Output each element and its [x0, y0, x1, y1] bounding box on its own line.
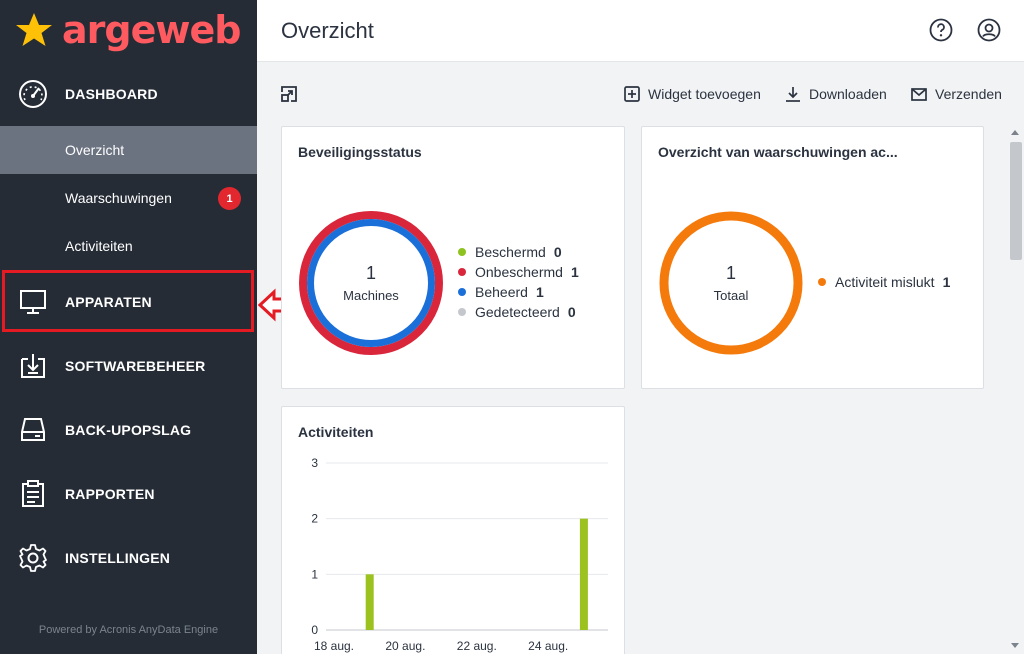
- speedometer-icon: [19, 80, 47, 108]
- legend-value: 1: [942, 274, 951, 290]
- software-download-icon: [21, 354, 45, 378]
- download-label: Downloaden: [809, 86, 887, 102]
- brand-name: argeweb: [62, 8, 241, 52]
- legend-dot: [458, 248, 466, 256]
- gear-icon: [19, 544, 47, 572]
- legend-item-gedetecteerd[interactable]: Gedetecteerd 0: [458, 302, 579, 322]
- legend-label: Beschermd: [475, 244, 546, 260]
- legend-dot: [458, 288, 466, 296]
- legend-label: Gedetecteerd: [475, 304, 560, 320]
- y-tick-label: 0: [311, 623, 318, 637]
- security-donut-center: 1 Machines: [298, 263, 444, 303]
- scrollbar-thumb[interactable]: [1010, 142, 1022, 260]
- sub-item-waarschuwingen-label: Waarschuwingen: [65, 190, 172, 206]
- hard-drive-icon: [21, 418, 45, 441]
- nav-dashboard-label: DASHBOARD: [65, 86, 158, 102]
- legend-value: 0: [567, 304, 576, 320]
- x-tick-label: 22 aug.: [457, 639, 497, 653]
- security-machines-count: 1: [365, 263, 376, 283]
- fullscreen-icon[interactable]: [280, 85, 298, 103]
- legend-item-beschermd[interactable]: Beschermd 0: [458, 242, 579, 262]
- send-button[interactable]: Verzenden: [910, 84, 1002, 104]
- sub-item-waarschuwingen[interactable]: Waarschuwingen 1: [0, 174, 257, 222]
- clipboard-report-icon: [22, 480, 44, 507]
- send-label: Verzenden: [935, 86, 1002, 102]
- alerts-donut-center: 1 Totaal: [658, 263, 804, 303]
- alert-count-badge: 1: [218, 187, 241, 210]
- nav-softwarebeheer[interactable]: SOFTWAREBEHEER: [0, 350, 257, 382]
- help-icon[interactable]: [929, 18, 953, 42]
- legend-item-activiteit-mislukt[interactable]: Activiteit mislukt 1: [818, 272, 950, 292]
- y-tick-label: 3: [311, 456, 318, 470]
- scroll-down-arrow-icon[interactable]: [1011, 643, 1019, 648]
- header: Overzicht: [257, 0, 1024, 62]
- bar: [365, 574, 374, 630]
- nav-instellingen-label: INSTELLINGEN: [65, 550, 171, 566]
- nav-instellingen[interactable]: INSTELLINGEN: [0, 542, 257, 574]
- legend-item-beheerd[interactable]: Beheerd 1: [458, 282, 579, 302]
- plus-square-icon: [624, 86, 640, 102]
- x-tick-label: 18 aug.: [314, 639, 354, 653]
- sub-item-overzicht-label: Overzicht: [65, 142, 125, 158]
- nav-back-upopslag[interactable]: BACK-UPOPSLAG: [0, 414, 257, 446]
- add-widget-label: Widget toevoegen: [648, 86, 761, 102]
- highlight-box: [2, 270, 254, 332]
- y-tick-label: 2: [311, 512, 318, 526]
- download-icon: [786, 87, 800, 102]
- page-title: Overzicht: [281, 18, 374, 43]
- alerts-total-count: 1: [725, 263, 736, 283]
- security-legend: Beschermd 0 Onbeschermd 1 Beheerd 1 Gede…: [458, 242, 579, 322]
- widget-title: Beveiligingsstatus: [298, 144, 422, 160]
- y-tick-label: 1: [311, 567, 318, 581]
- legend-label: Onbeschermd: [475, 264, 563, 280]
- nav-rapporten-label: RAPPORTEN: [65, 486, 155, 502]
- user-account-icon[interactable]: [977, 18, 1001, 42]
- legend-label: Activiteit mislukt: [835, 274, 935, 290]
- powered-by-text: Powered by Acronis AnyData Engine: [38, 624, 219, 636]
- alerts-legend: Activiteit mislukt 1: [818, 272, 950, 292]
- security-machines-label: Machines: [343, 288, 399, 303]
- widget-title: Overzicht van waarschuwingen ac...: [658, 144, 898, 160]
- nav-dashboard[interactable]: DASHBOARD: [0, 78, 257, 110]
- download-button[interactable]: Downloaden: [784, 84, 887, 104]
- envelope-icon: [911, 88, 927, 101]
- legend-value: 0: [553, 244, 562, 260]
- sub-item-activiteiten-label: Activiteiten: [65, 238, 133, 254]
- bar: [579, 518, 588, 630]
- add-widget-button[interactable]: Widget toevoegen: [623, 84, 761, 104]
- x-tick-label: 20 aug.: [385, 639, 425, 653]
- activities-bar-chart: 0 1 2 3 18 aug. 20 aug. 22 aug. 24 aug.: [311, 456, 608, 653]
- nav-back-upopslag-label: BACK-UPOPSLAG: [65, 422, 192, 438]
- widget-security-status: Beveiligingsstatus 1 Machines Beschermd …: [281, 126, 625, 389]
- legend-dot: [458, 268, 466, 276]
- scroll-up-arrow-icon[interactable]: [1011, 130, 1019, 135]
- sub-item-activiteiten[interactable]: Activiteiten: [0, 222, 257, 270]
- brand-logo[interactable]: argeweb: [14, 8, 241, 52]
- legend-value: 1: [535, 284, 544, 300]
- alerts-total-label: Totaal: [713, 288, 749, 303]
- widget-activities: Activiteiten 0 1 2 3 18 aug. 20 aug. 22 aug. 24…: [281, 406, 625, 654]
- star-icon: [16, 13, 52, 46]
- legend-dot: [458, 308, 466, 316]
- x-tick-label: 24 aug.: [528, 639, 568, 653]
- nav-softwarebeheer-label: SOFTWAREBEHEER: [65, 358, 206, 374]
- legend-value: 1: [570, 264, 579, 280]
- legend-item-onbeschermd[interactable]: Onbeschermd 1: [458, 262, 579, 282]
- legend-label: Beheerd: [475, 284, 528, 300]
- legend-dot: [818, 278, 826, 286]
- widget-alerts-overview: Overzicht van waarschuwingen ac... 1 Tot…: [641, 126, 984, 389]
- sub-item-overzicht[interactable]: Overzicht: [0, 126, 257, 174]
- nav-rapporten[interactable]: RAPPORTEN: [0, 478, 257, 510]
